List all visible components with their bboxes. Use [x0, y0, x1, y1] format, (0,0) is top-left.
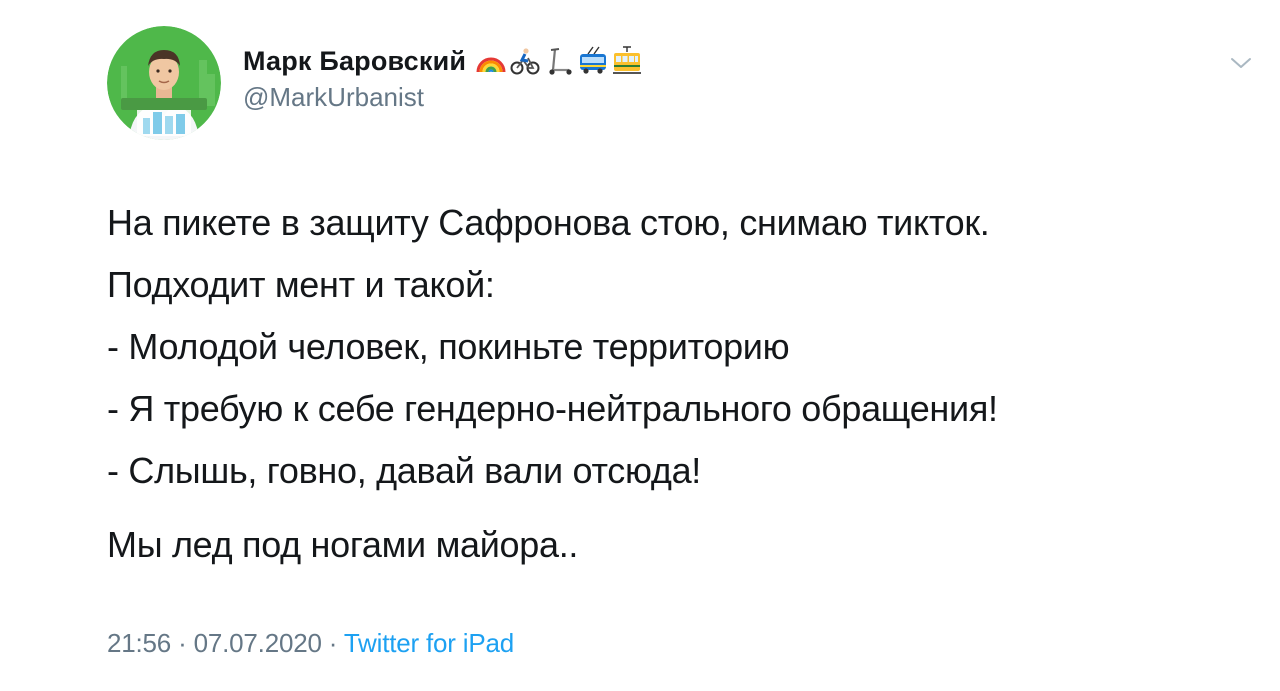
- display-name[interactable]: Марк Баровский: [243, 46, 466, 77]
- tweet-header: Марк Баровский @MarkUrbanist: [107, 26, 646, 142]
- meta-separator: ·: [328, 628, 338, 658]
- tweet-line: - Я требую к себе гендерно-нейтрального …: [107, 388, 998, 429]
- avatar-image: [107, 26, 221, 140]
- tweet-text: На пикете в защиту Сафронова стою, снима…: [107, 192, 1227, 576]
- author-names: Марк Баровский @MarkUrbanist: [243, 44, 646, 113]
- rainbow-icon: [476, 57, 506, 73]
- meta-separator: ·: [178, 628, 187, 658]
- tweet-card: Марк Баровский @MarkUrbanist На пикете в…: [0, 0, 1280, 691]
- chevron-down-icon[interactable]: [1230, 55, 1252, 71]
- name-emojis: [476, 46, 646, 76]
- avatar[interactable]: [107, 26, 221, 140]
- tweet-time[interactable]: 21:56: [107, 628, 171, 658]
- tweet-line: - Молодой человек, покиньте территорию: [107, 326, 790, 367]
- tweet-date[interactable]: 07.07.2020: [194, 628, 322, 658]
- tram-icon: [613, 46, 642, 74]
- cyclist-icon: [510, 48, 540, 75]
- kick-scooter-icon: [549, 48, 572, 75]
- tweet-closing-line: Мы лед под ногами майора..: [107, 524, 579, 565]
- tweet-line: - Слышь, говно, давай вали отсюда!: [107, 450, 701, 491]
- user-handle[interactable]: @MarkUrbanist: [243, 82, 646, 113]
- tweet-meta: 21:56 · 07.07.2020 · Twitter for iPad: [107, 628, 514, 659]
- tweet-source-link[interactable]: Twitter for iPad: [344, 628, 514, 658]
- tweet-line: На пикете в защиту Сафронова стою, снима…: [107, 202, 990, 243]
- tweet-line: Подходит мент и такой:: [107, 264, 495, 305]
- display-name-row: Марк Баровский: [243, 44, 646, 78]
- trolleybus-icon: [580, 46, 607, 74]
